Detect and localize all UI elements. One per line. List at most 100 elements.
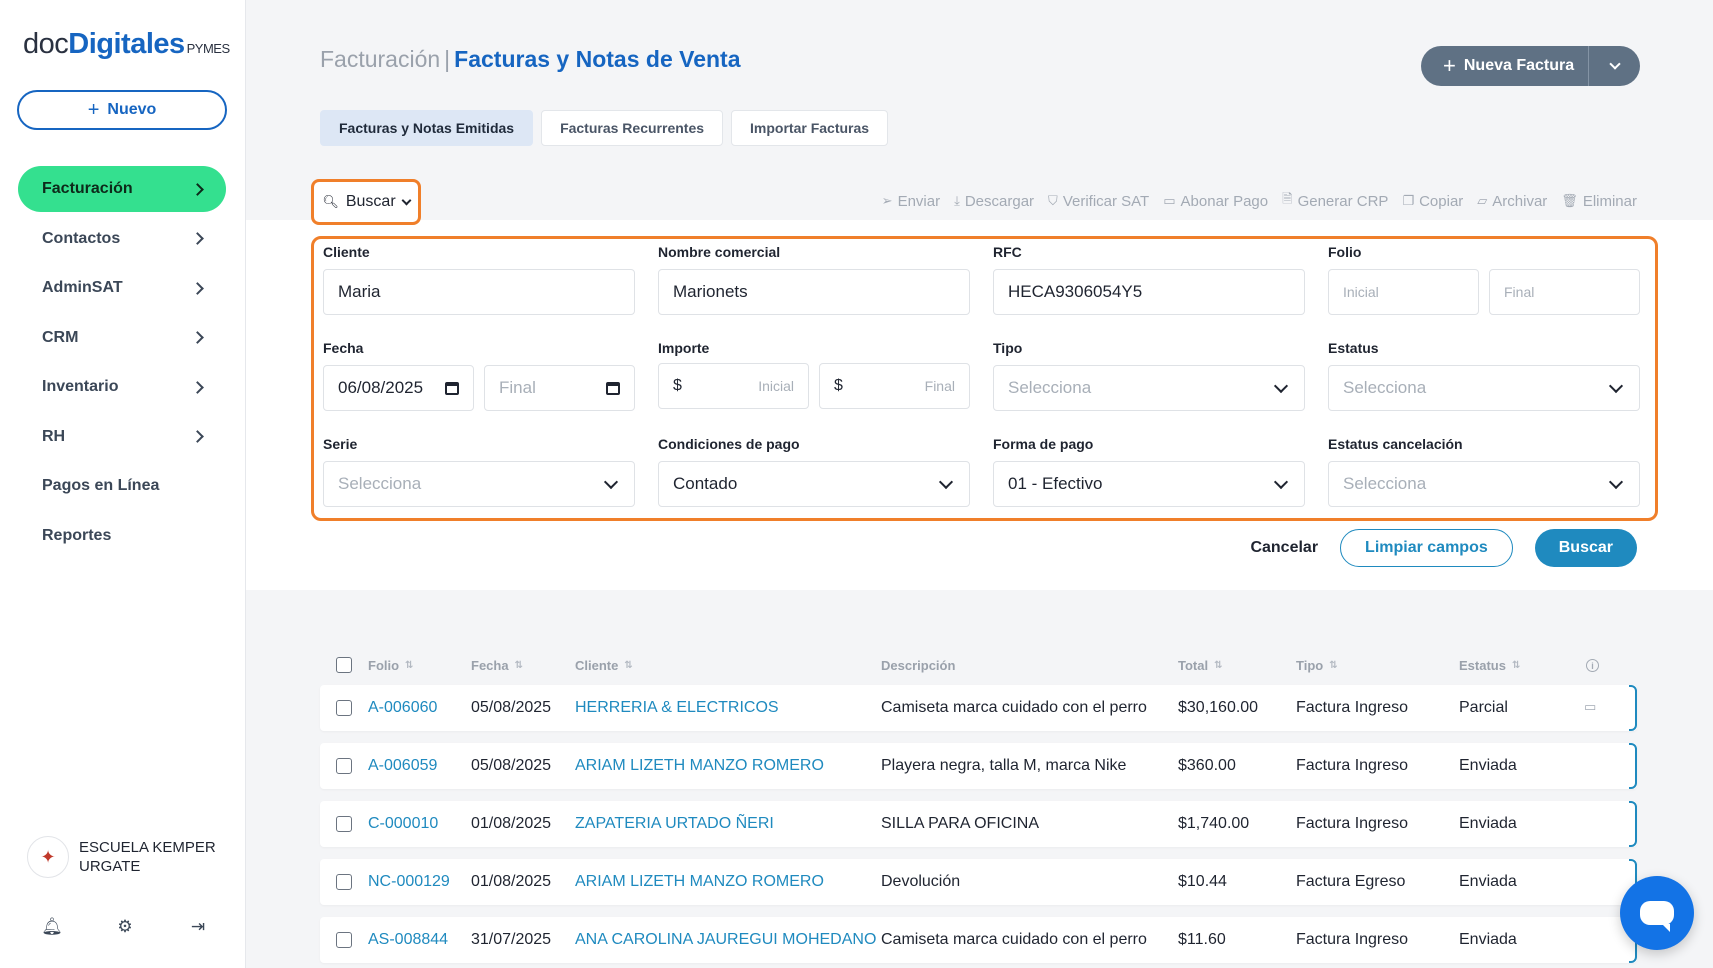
row-checkbox[interactable] (336, 758, 352, 774)
folio-start-input[interactable]: Inicial (1328, 269, 1479, 315)
gear-icon[interactable]: ⚙ (113, 917, 137, 937)
sort-icon: ⇅ (405, 660, 414, 671)
importe-end-input[interactable]: $ Final (819, 363, 970, 409)
cliente-input[interactable]: Maria (323, 269, 635, 315)
column-total[interactable]: Total ⇅ (1178, 658, 1222, 673)
new-button[interactable]: + Nuevo (17, 90, 227, 130)
brand-digitales-text: Digitales (68, 28, 185, 60)
row-checkbox[interactable] (336, 932, 352, 948)
cash-icon[interactable]: ▭ (1584, 699, 1596, 715)
row-cliente-link[interactable]: ARIAM LIZETH MANZO ROMERO (575, 873, 824, 891)
estatus-cancelacion-select[interactable]: Selecciona (1328, 461, 1640, 507)
table-row[interactable]: NC-000129 01/08/2025 ARIAM LIZETH MANZO … (320, 859, 1637, 905)
column-estatus[interactable]: Estatus ⇅ (1459, 658, 1520, 673)
row-folio-link[interactable]: AS-008844 (368, 931, 448, 949)
cancel-button[interactable]: Cancelar (1250, 539, 1318, 557)
search-icon: 🔍︎ (322, 194, 339, 209)
sidebar-item-inventario[interactable]: Inventario (18, 364, 226, 410)
chevron-right-icon (191, 430, 204, 443)
new-invoice-dropdown[interactable] (1588, 46, 1640, 86)
sidebar-item-facturacion[interactable]: Facturación (18, 166, 226, 212)
row-tipo: Factura Ingreso (1296, 699, 1409, 716)
row-cliente-link[interactable]: ANA CAROLINA JAUREGUI MOHEDANO (575, 931, 876, 949)
column-folio[interactable]: Folio ⇅ (368, 658, 413, 673)
sidebar-item-pagos-en-linea[interactable]: Pagos en Línea (18, 463, 226, 509)
row-checkbox[interactable] (336, 816, 352, 832)
new-invoice-button[interactable]: + Nueva Factura (1421, 46, 1588, 86)
condiciones-pago-select[interactable]: Contado (658, 461, 970, 507)
tipo-select[interactable]: Selecciona (993, 365, 1305, 411)
toolbar-label: Copiar (1419, 192, 1464, 210)
fecha-end-input[interactable]: Final (484, 365, 635, 411)
search-toggle[interactable]: 🔍︎ Buscar (311, 179, 421, 225)
brand-logo[interactable]: docDigitales PYMES (23, 28, 230, 61)
tab-facturas-emitidas[interactable]: Facturas y Notas Emitidas (320, 110, 534, 146)
row-folio-link[interactable]: NC-000129 (368, 873, 450, 891)
sidebar-item-reportes[interactable]: Reportes (18, 513, 226, 559)
tab-importar-facturas[interactable]: Importar Facturas (731, 110, 889, 146)
importe-start-input[interactable]: $ Inicial (658, 363, 809, 409)
sidebar-item-label: Contactos (42, 229, 121, 247)
payment-button[interactable]: ▭ Abonar Pago (1163, 190, 1268, 212)
column-fecha[interactable]: Fecha ⇅ (471, 658, 523, 673)
toolbar-label: Abonar Pago (1180, 192, 1269, 210)
sidebar-item-contactos[interactable]: Contactos (18, 216, 226, 262)
row-folio-link[interactable]: A-006059 (368, 757, 437, 775)
delete-button[interactable]: 🗑︎ Eliminar (1561, 190, 1637, 212)
calendar-icon[interactable] (445, 381, 459, 395)
sidebar-item-rh[interactable]: RH (18, 414, 226, 460)
table-row[interactable]: A-006059 05/08/2025 ARIAM LIZETH MANZO R… (320, 743, 1637, 789)
company-logo: ✦ (27, 836, 69, 878)
serie-select[interactable]: Selecciona (323, 461, 635, 507)
clear-fields-button[interactable]: Limpiar campos (1340, 529, 1513, 567)
logout-icon[interactable]: ⇥ (186, 917, 210, 937)
send-button[interactable]: ➢ Enviar (882, 190, 940, 212)
column-tipo[interactable]: Tipo ⇅ (1296, 658, 1338, 673)
column-label: Folio (368, 658, 400, 673)
search-button[interactable]: Buscar (1534, 529, 1637, 567)
info-icon[interactable]: i (1586, 659, 1599, 672)
row-checkbox[interactable] (336, 700, 352, 716)
sidebar-item-label: AdminSAT (42, 279, 123, 296)
generate-crp-button[interactable]: 🗎︎ Generar CRP (1282, 190, 1388, 212)
fecha-start-input[interactable]: 06/08/2025 (323, 365, 474, 411)
row-actions-handle[interactable] (1629, 685, 1637, 731)
chat-button[interactable] (1620, 876, 1694, 950)
table-row[interactable]: AS-008844 31/07/2025 ANA CAROLINA JAUREG… (320, 917, 1637, 963)
row-actions-handle[interactable] (1629, 743, 1637, 789)
verify-sat-button[interactable]: ⛉ Verificar SAT (1048, 190, 1149, 212)
estatus-select[interactable]: Selecciona (1328, 365, 1640, 411)
company-switcher[interactable]: ✦ ESCUELA KEMPER URGATE (27, 836, 229, 878)
row-total: $10.44 (1178, 873, 1227, 890)
forma-pago-select[interactable]: 01 - Efectivo (993, 461, 1305, 507)
download-button[interactable]: ⤓ Descargar (954, 190, 1034, 212)
bell-icon[interactable]: 🔔︎ (40, 917, 64, 937)
estatus-cancelacion-placeholder: Selecciona (1343, 474, 1427, 493)
sidebar-item-crm[interactable]: CRM (18, 315, 226, 361)
row-actions-handle[interactable] (1629, 801, 1637, 847)
folio-end-input[interactable]: Final (1489, 269, 1640, 315)
fecha-start-value: 06/08/2025 (338, 378, 424, 397)
copy-button[interactable]: ❐ Copiar (1402, 190, 1463, 212)
toolbar-label: Verificar SAT (1062, 192, 1150, 210)
row-cliente-link[interactable]: ARIAM LIZETH MANZO ROMERO (575, 757, 824, 775)
sidebar-item-adminsat[interactable]: AdminSAT (18, 265, 226, 311)
table-row[interactable]: C-000010 01/08/2025 ZAPATERIA URTADO ÑER… (320, 801, 1637, 847)
breadcrumb-facturacion[interactable]: Facturación (320, 46, 440, 72)
row-folio-link[interactable]: C-000010 (368, 815, 438, 833)
row-cliente-link[interactable]: ZAPATERIA URTADO ÑERI (575, 815, 774, 833)
sort-icon: ⇅ (1214, 660, 1223, 671)
row-tipo: Factura Egreso (1296, 873, 1406, 890)
tab-facturas-recurrentes[interactable]: Facturas Recurrentes (541, 110, 724, 146)
nombre-comercial-input[interactable]: Marionets (658, 269, 970, 315)
column-cliente[interactable]: Cliente ⇅ (575, 658, 633, 673)
table-row[interactable]: A-006060 05/08/2025 HERRERIA & ELECTRICO… (320, 685, 1637, 731)
row-folio-link[interactable]: A-006060 (368, 699, 437, 717)
row-checkbox[interactable] (336, 874, 352, 890)
archive-button[interactable]: ▱ Archivar (1477, 190, 1547, 212)
select-all-checkbox[interactable] (336, 657, 352, 673)
row-cliente-link[interactable]: HERRERIA & ELECTRICOS (575, 699, 779, 717)
rfc-input[interactable]: HECA9306054Y5 (993, 269, 1305, 315)
row-tipo: Factura Ingreso (1296, 815, 1409, 832)
calendar-icon[interactable] (606, 381, 620, 395)
